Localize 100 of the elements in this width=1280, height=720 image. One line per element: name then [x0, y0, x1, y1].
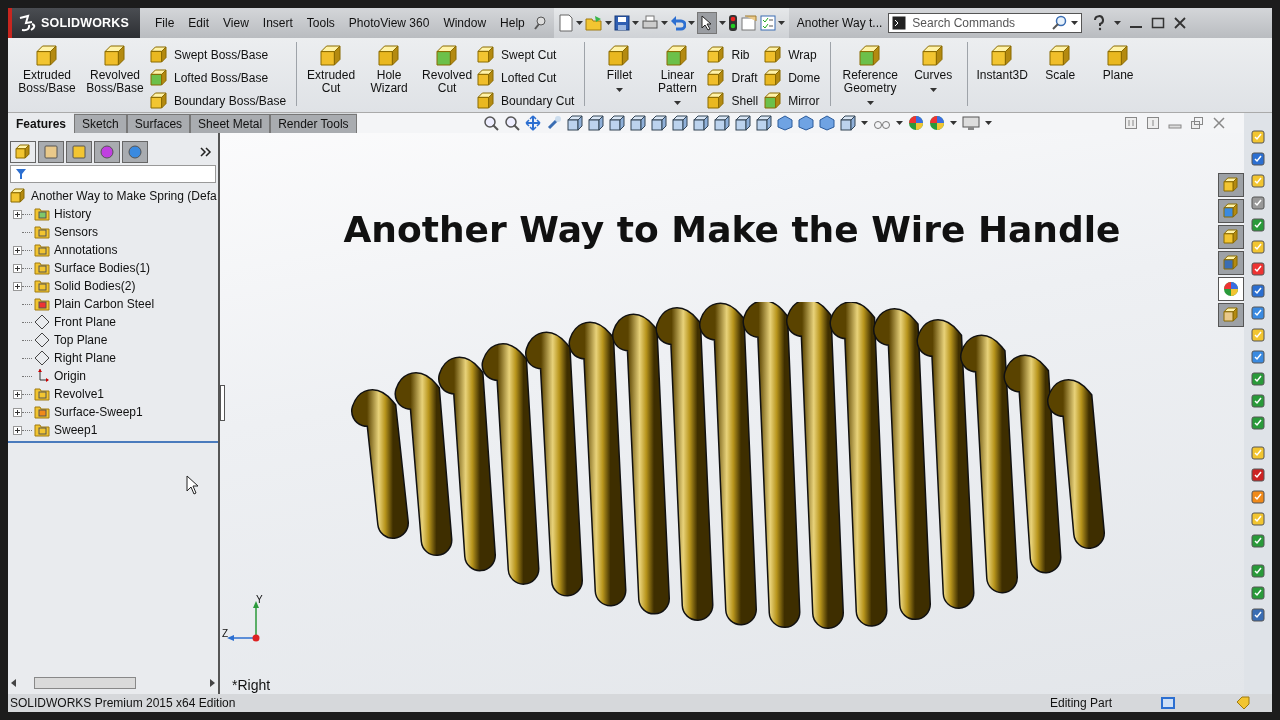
expand-box-icon[interactable]	[13, 425, 22, 435]
ribbon-button[interactable]: Draft	[707, 68, 763, 88]
checklist-icon[interactable]	[759, 15, 776, 31]
help-icon[interactable]	[1092, 15, 1107, 31]
panel-tab-icon[interactable]	[127, 144, 143, 160]
ribbon-button[interactable]: Swept Cut	[477, 45, 579, 65]
expand-box-icon[interactable]	[13, 209, 22, 219]
cube-icon[interactable]	[608, 115, 625, 131]
cube-icon[interactable]	[629, 115, 646, 131]
ribbon-button[interactable]: Swept Boss/Base	[150, 45, 291, 65]
ribbon-button[interactable]: Shell	[707, 91, 763, 111]
pin-icon[interactable]	[531, 15, 548, 31]
caret-icon[interactable]	[631, 20, 639, 26]
scroll-thumb[interactable]	[34, 677, 136, 689]
cube-icon[interactable]	[692, 115, 709, 131]
command-tab[interactable]: Render Tools	[270, 114, 357, 133]
task-pane-tab[interactable]	[1218, 199, 1244, 223]
caret-icon[interactable]	[673, 101, 681, 106]
ribbon-button[interactable]: Curves	[905, 45, 962, 95]
task-pane-tab[interactable]	[1218, 277, 1244, 301]
cube-icon[interactable]	[713, 115, 730, 131]
menu-item[interactable]: Window	[436, 16, 494, 30]
tree-item[interactable]: Annotations	[8, 241, 218, 259]
search-box[interactable]: Search Commands	[888, 13, 1083, 33]
tree-item[interactable]: Top Plane	[8, 331, 218, 349]
cube-icon[interactable]	[671, 115, 688, 131]
tree-item[interactable]: Solid Bodies(2)	[8, 277, 218, 295]
menu-item[interactable]: PhotoView 360	[341, 16, 437, 30]
caret-icon[interactable]	[777, 20, 785, 26]
cube-icon[interactable]	[839, 115, 856, 131]
caret-icon[interactable]	[660, 20, 668, 26]
ribbon-button[interactable]: Revolved Cut	[419, 45, 476, 95]
ribbon-button[interactable]: Lofted Boss/Base	[150, 68, 291, 88]
cube-icon[interactable]	[818, 115, 835, 131]
command-tab[interactable]: Surfaces	[126, 114, 191, 133]
expand-box-icon[interactable]	[13, 263, 22, 273]
maximize-icon[interactable]	[1151, 16, 1166, 30]
tree-item[interactable]: Another Way to Make Spring (Defa	[8, 187, 218, 205]
caret-icon[interactable]	[949, 120, 957, 126]
expand-box-icon[interactable]	[13, 407, 22, 417]
task-pane-tab[interactable]	[1218, 173, 1244, 197]
ribbon-button[interactable]: Hole Wizard	[361, 45, 418, 95]
ribbon-button[interactable]: Lofted Cut	[477, 68, 579, 88]
command-tab[interactable]: Features	[8, 113, 75, 133]
cube-icon[interactable]	[734, 115, 751, 131]
tree-item[interactable]: Front Plane	[8, 313, 218, 331]
ribbon-button[interactable]: Mirror	[764, 91, 825, 111]
search-field[interactable]: Search Commands	[910, 15, 1048, 31]
save-icon[interactable]	[613, 15, 630, 31]
tree-item[interactable]: Surface-Sweep1	[8, 403, 218, 421]
cube-icon[interactable]	[797, 115, 814, 131]
caret-icon[interactable]	[984, 120, 992, 126]
caret-icon[interactable]	[1071, 20, 1079, 26]
feature-tree-icon[interactable]	[15, 144, 31, 160]
tree-item[interactable]: Sweep1	[8, 421, 218, 439]
zoom-icon[interactable]	[503, 115, 520, 131]
ribbon-button[interactable]: Boundary Boss/Base	[150, 91, 291, 111]
ribbon-button[interactable]: Dome	[764, 68, 825, 88]
ribbon-button[interactable]: Rib	[707, 45, 763, 65]
ribbon-button[interactable]: Extruded Boss/Base	[14, 45, 80, 95]
ribbon-button[interactable]: Wrap	[764, 45, 825, 65]
ribbon-button[interactable]: Extruded Cut	[303, 45, 360, 95]
ribbon-button[interactable]: Linear Pattern	[649, 45, 706, 108]
command-tab[interactable]: Sheet Metal	[190, 114, 271, 133]
task-pane-tab[interactable]	[1218, 225, 1244, 249]
caret-icon[interactable]	[615, 88, 623, 93]
search-icon[interactable]	[1051, 15, 1068, 31]
caret-icon[interactable]	[687, 20, 695, 26]
color-ball-icon[interactable]	[928, 115, 945, 131]
tree-item[interactable]: Revolve1	[8, 385, 218, 403]
ribbon-button[interactable]: Reference Geometry	[837, 45, 904, 108]
menu-item[interactable]: Insert	[255, 16, 300, 30]
caret-icon[interactable]	[718, 20, 726, 26]
tree-item[interactable]: Origin	[8, 367, 218, 385]
close-icon[interactable]	[1173, 16, 1188, 30]
color-ball-icon[interactable]	[907, 115, 924, 131]
cube-icon[interactable]	[587, 115, 604, 131]
ribbon-button[interactable]: Instant3D	[974, 45, 1031, 82]
caret-icon[interactable]	[895, 120, 903, 126]
tree-item[interactable]: Sensors	[8, 223, 218, 241]
expand-icon[interactable]	[200, 147, 212, 157]
tree-item[interactable]: Plain Carbon Steel	[8, 295, 218, 313]
caret-icon[interactable]	[929, 88, 937, 93]
caret-icon[interactable]	[866, 101, 874, 106]
caret-icon[interactable]	[575, 20, 583, 26]
undo-icon[interactable]	[669, 15, 686, 31]
caret-icon[interactable]	[1114, 20, 1122, 26]
wand-icon[interactable]	[545, 115, 562, 131]
expand-box-icon[interactable]	[13, 389, 22, 399]
split-view-icon[interactable]	[1124, 116, 1138, 130]
cube-icon[interactable]	[650, 115, 667, 131]
ribbon-button[interactable]: Scale	[1032, 45, 1089, 82]
traffic-light-icon[interactable]	[727, 14, 738, 32]
menu-item[interactable]: Edit	[181, 16, 217, 30]
panel-collapse-handle[interactable]	[220, 385, 225, 421]
ribbon-button[interactable]: Plane	[1090, 45, 1147, 82]
task-pane-tab[interactable]	[1218, 251, 1244, 275]
ribbon-button[interactable]: Revolved Boss/Base	[82, 45, 148, 95]
caret-icon[interactable]	[604, 20, 612, 26]
ribbon-button[interactable]: Boundary Cut	[477, 91, 579, 111]
